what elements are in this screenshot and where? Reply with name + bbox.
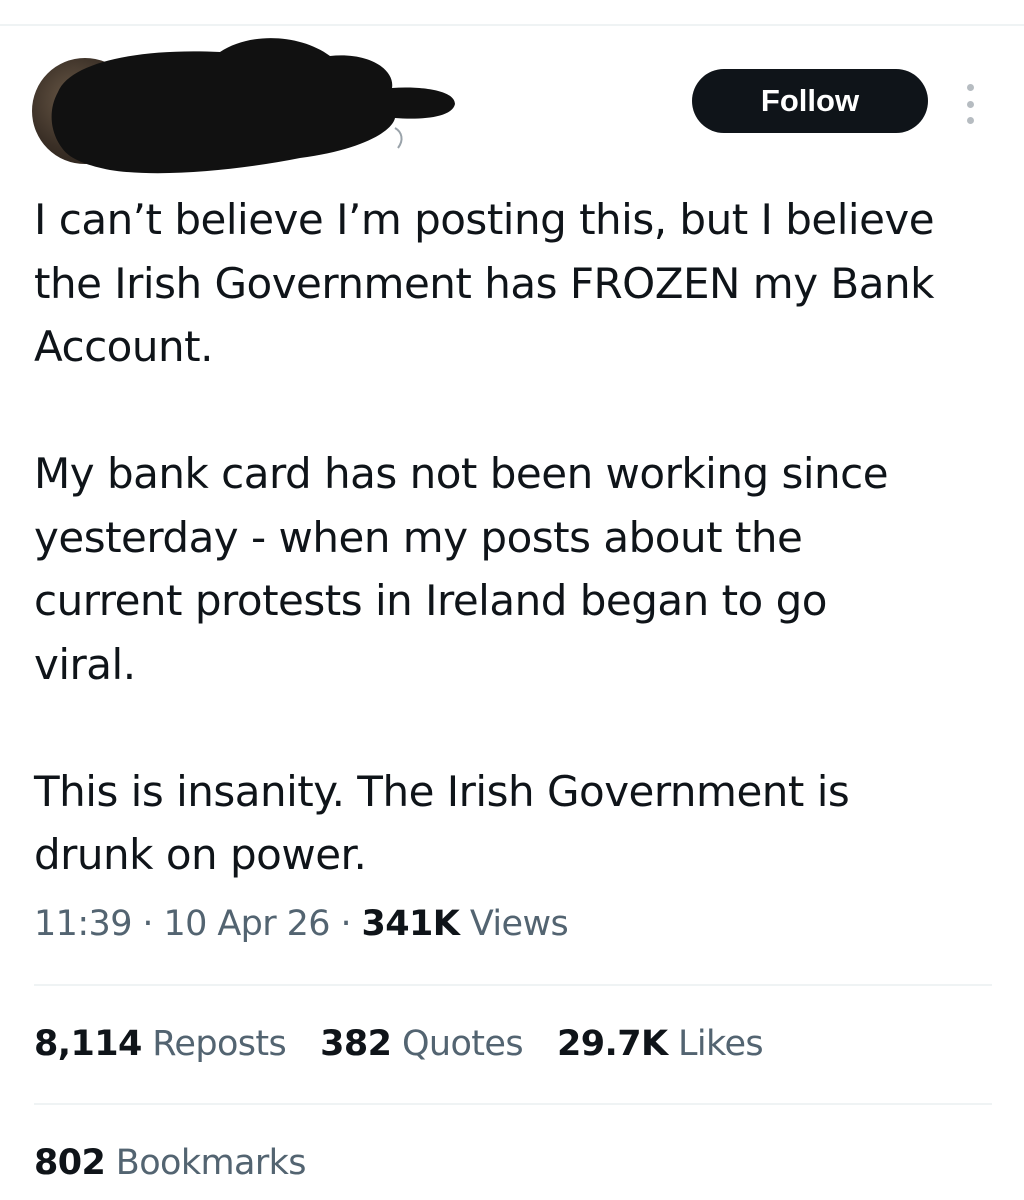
reposts-count: 8,114 <box>34 1024 142 1064</box>
likes-count: 29.7K <box>557 1024 668 1064</box>
meta-separator: · <box>340 904 352 944</box>
divider <box>34 984 992 986</box>
divider <box>34 1103 992 1105</box>
quotes-label: Quotes <box>401 1024 524 1064</box>
bookmarks-label: Bookmarks <box>115 1143 307 1183</box>
tweet-time[interactable]: 11:39 <box>34 904 132 944</box>
engagement-stats: 8,114 Reposts 382 Quotes 29.7K Likes <box>34 1024 797 1064</box>
reposts-label: Reposts <box>152 1024 287 1064</box>
tweet-date[interactable]: 10 Apr 26 <box>163 904 330 944</box>
quotes-count: 382 <box>320 1024 392 1064</box>
bookmarks-stat[interactable]: 802 Bookmarks <box>34 1143 307 1183</box>
quotes-stat[interactable]: 382 Quotes <box>320 1024 523 1064</box>
tweet-paragraph: My bank card has not been working since … <box>34 449 889 689</box>
follow-button[interactable]: Follow <box>692 69 928 133</box>
tweet-meta: 11:39 · 10 Apr 26 · 341K Views <box>34 904 569 944</box>
tweet-paragraph: This is insanity. The Irish Government i… <box>34 766 850 880</box>
reposts-stat[interactable]: 8,114 Reposts <box>34 1024 287 1064</box>
more-vertical-icon[interactable] <box>958 84 982 124</box>
tweet-paragraph: I can’t believe I’m posting this, but I … <box>34 195 935 371</box>
tweet-text: I can’t believe I’m posting this, but I … <box>34 188 1004 887</box>
meta-separator: · <box>142 904 153 944</box>
views-count: 341K <box>361 904 460 944</box>
views-label: Views <box>469 904 569 944</box>
redaction-mark <box>51 38 455 174</box>
likes-stat[interactable]: 29.7K Likes <box>557 1024 764 1064</box>
likes-label: Likes <box>678 1024 764 1064</box>
bookmarks-count: 802 <box>34 1143 106 1183</box>
